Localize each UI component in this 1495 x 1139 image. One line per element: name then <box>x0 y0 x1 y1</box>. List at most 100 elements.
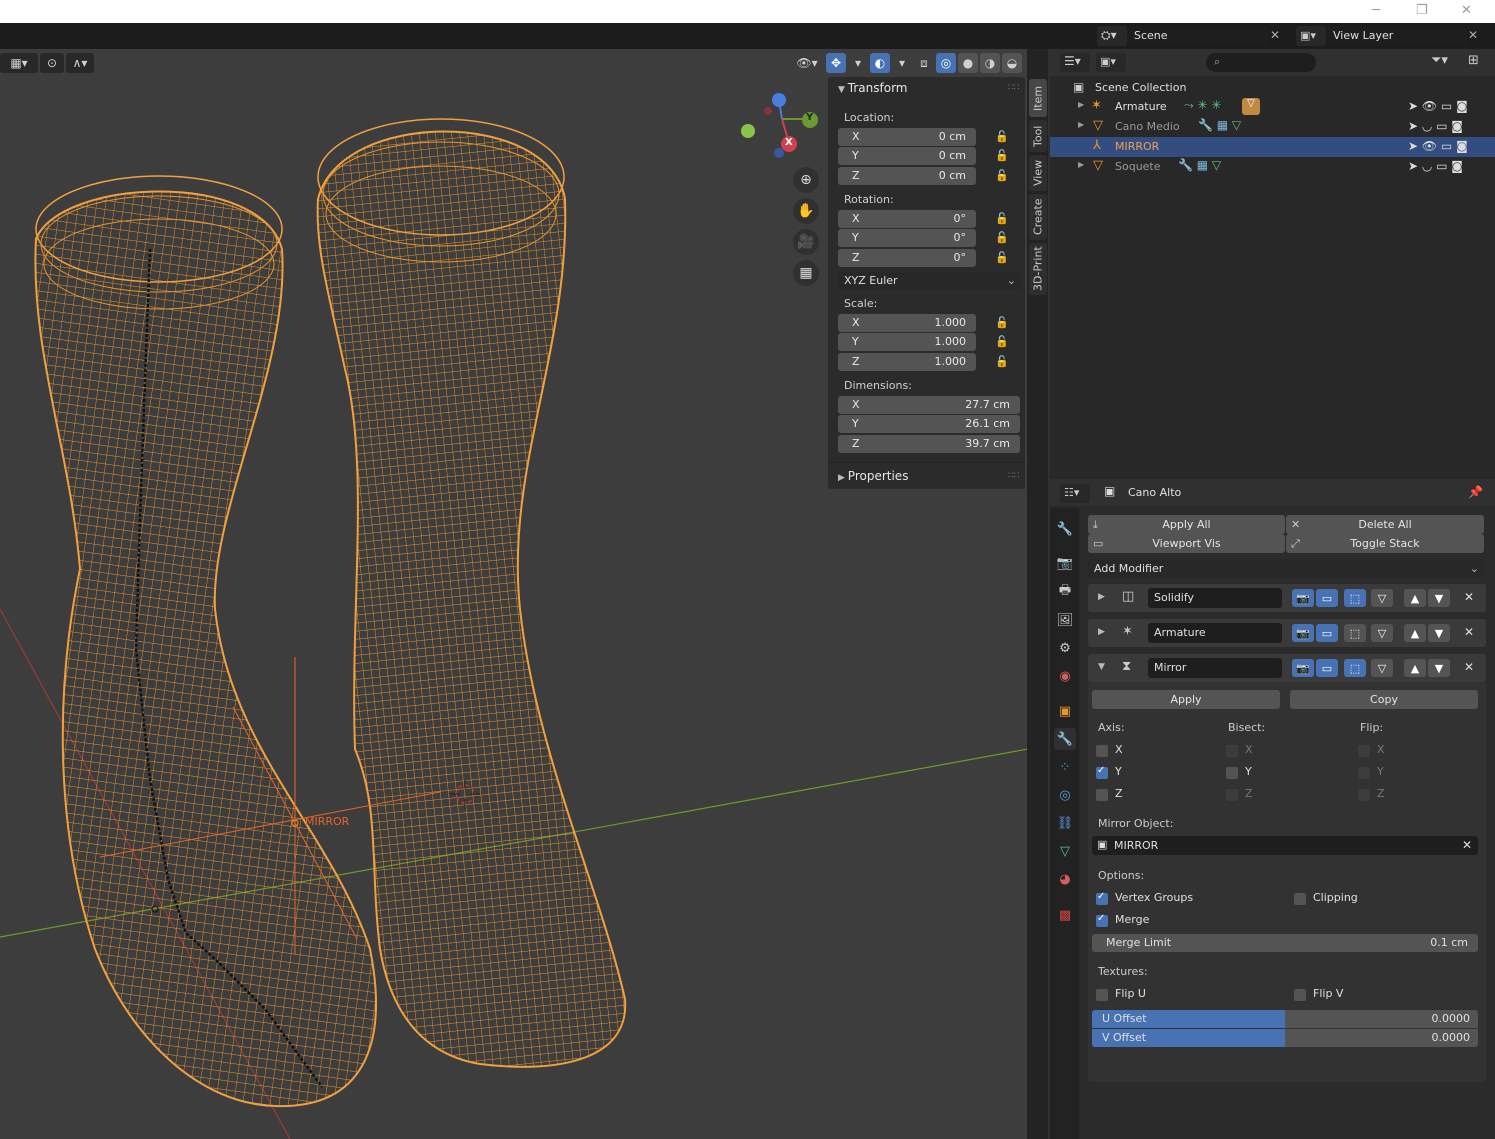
row-toggle-icons[interactable]: ➤ 👁 ▭ ◙ <box>1408 139 1468 153</box>
texture-tab-icon[interactable]: ▩ <box>1054 904 1076 926</box>
scene-browse-icon[interactable]: ⛭▾ <box>1097 26 1127 46</box>
outliner-item-mirror[interactable]: ⅄ MIRROR ➤ 👁 ▭ ◙ <box>1050 137 1495 157</box>
render-tab-icon[interactable]: 📷 <box>1054 552 1076 574</box>
collapse-arrow-icon[interactable]: ▼ <box>1098 662 1105 672</box>
editor-type-icon[interactable]: ☰▾ <box>1060 53 1090 72</box>
axis-y-checkbox[interactable]: ✓ <box>1096 765 1108 779</box>
location-z-field[interactable]: Z 0 cm <box>838 167 976 185</box>
u-offset-slider[interactable]: U Offset 0.0000 <box>1092 1010 1478 1028</box>
dimensions-x-field[interactable]: X 27.7 cm <box>838 396 1020 414</box>
flip-y-checkbox[interactable] <box>1358 767 1370 779</box>
minimize-button[interactable]: ─ <box>1372 3 1380 18</box>
visibility-icon[interactable]: 👁▾ <box>790 53 824 73</box>
move-down-icon[interactable]: ▼ <box>1428 624 1450 642</box>
rotation-x-field[interactable]: X 0° <box>838 210 976 228</box>
move-up-icon[interactable]: ▲ <box>1404 624 1426 642</box>
properties-header[interactable]: ▶ Properties <box>838 469 908 483</box>
modifier-name-field[interactable]: Armature <box>1148 623 1282 643</box>
modifier-name-field[interactable]: Mirror <box>1148 658 1282 678</box>
remove-modifier-icon[interactable]: ✕ <box>1464 660 1474 674</box>
cage-toggle-icon[interactable]: ▽ <box>1371 659 1393 677</box>
outliner-item-soquete[interactable]: ▶ ▽ Soquete 🔧 ▦ ▽ ➤ ◡ ▭ ◙ <box>1050 157 1495 177</box>
view-layer-selector[interactable]: View Layer <box>1327 26 1467 46</box>
wireframe-shading-icon[interactable]: ◎ <box>936 53 956 73</box>
merge-limit-field[interactable]: Merge Limit 0.1 cm <box>1092 934 1478 952</box>
delete-all-button[interactable]: ✕ Delete All <box>1286 515 1484 534</box>
overlays-dropdown-icon[interactable]: ▾ <box>892 53 912 73</box>
outliner-item-cano-medio[interactable]: ▶ ▽ Cano Medio 🔧 ▦ ▽ ➤ ◡ ▭ ◙ <box>1050 117 1495 137</box>
remove-modifier-icon[interactable]: ✕ <box>1464 590 1474 604</box>
lock-icon[interactable]: 🔓 <box>995 212 1009 226</box>
display-mode-icon[interactable]: ▣▾ <box>1096 53 1126 72</box>
expand-icon[interactable]: ▶ <box>1078 160 1084 169</box>
view-layer-browse-icon[interactable]: ▣▾ <box>1296 26 1326 46</box>
remove-modifier-icon[interactable]: ✕ <box>1464 625 1474 639</box>
render-toggle-icon[interactable]: 📷 <box>1292 624 1314 642</box>
move-up-icon[interactable]: ▲ <box>1404 659 1426 677</box>
maximize-button[interactable]: ❐ <box>1416 3 1428 18</box>
flip-u-checkbox[interactable] <box>1096 989 1108 1001</box>
zoom-icon[interactable]: ⊕ <box>793 167 819 193</box>
filter-icon[interactable]: ⏷▾ <box>1431 53 1448 68</box>
lock-icon[interactable]: 🔓 <box>995 130 1009 144</box>
mirror-object-field[interactable]: ▣ MIRROR ✕ <box>1092 836 1478 855</box>
pin-icon[interactable]: 📌 <box>1468 485 1483 499</box>
drag-handle-icon[interactable]: ∷∷ <box>1008 471 1019 481</box>
select-mode-icon[interactable]: ▦▾ <box>0 53 38 73</box>
flip-v-checkbox[interactable] <box>1294 989 1306 1001</box>
drag-handle-icon[interactable]: ∷∷ <box>1008 83 1019 93</box>
tab-create[interactable]: Create <box>1029 194 1047 240</box>
physics-tab-icon[interactable]: ◎ <box>1054 784 1076 806</box>
rotation-z-field[interactable]: Z 0° <box>838 249 976 267</box>
solid-shading-icon[interactable]: ● <box>958 53 978 73</box>
ortho-grid-icon[interactable]: ▦ <box>793 260 819 286</box>
view-layer-tab-icon[interactable]: 🖼 <box>1054 609 1076 631</box>
new-collection-icon[interactable]: ⊞ <box>1468 53 1479 68</box>
viewport-toggle-icon[interactable]: ▭ <box>1316 659 1338 677</box>
scene-tab-icon[interactable]: ⚙ <box>1054 637 1076 659</box>
apply-all-button[interactable]: ⤓ Apply All <box>1088 515 1285 534</box>
viewport-toggle-icon[interactable]: ▭ <box>1316 589 1338 607</box>
location-x-field[interactable]: X 0 cm <box>838 128 976 146</box>
dimensions-z-field[interactable]: Z 39.7 cm <box>838 435 1020 453</box>
scale-y-field[interactable]: Y 1.000 <box>838 333 976 351</box>
outliner-item-armature[interactable]: ▶ ✶ Armature ⤳ ✳ ✳ ▽ ➤ 👁 ▭ ◙ <box>1050 97 1495 117</box>
rendered-shading-icon[interactable]: ◒ <box>1002 53 1022 73</box>
view-layer-close-icon[interactable]: ✕ <box>1468 28 1478 42</box>
modifier-tab-icon[interactable]: 🔧 <box>1054 728 1076 750</box>
scale-z-field[interactable]: Z 1.000 <box>838 353 976 371</box>
apply-button[interactable]: Apply <box>1092 690 1280 709</box>
viewport-vis-button[interactable]: ▭ Viewport Vis <box>1088 534 1285 553</box>
camera-view-icon[interactable]: 🎥 <box>793 229 819 255</box>
bisect-z-checkbox[interactable] <box>1226 789 1238 801</box>
row-toggle-icons[interactable]: ➤ ◡ ▭ ◙ <box>1408 119 1463 133</box>
material-shading-icon[interactable]: ◑ <box>980 53 1000 73</box>
scene-close-icon[interactable]: ✕ <box>1270 28 1280 42</box>
object-tab-icon[interactable]: ▣ <box>1054 700 1076 722</box>
toggle-stack-button[interactable]: ⤢ Toggle Stack <box>1286 534 1484 553</box>
mesh-data-icon[interactable]: ▽ <box>1242 98 1260 115</box>
lock-icon[interactable]: 🔓 <box>995 355 1009 369</box>
expand-icon[interactable]: ▶ <box>1078 120 1084 129</box>
expand-icon[interactable]: ▶ <box>1078 100 1084 109</box>
lock-icon[interactable]: 🔓 <box>995 169 1009 183</box>
bisect-x-checkbox[interactable] <box>1226 745 1238 757</box>
lock-icon[interactable]: 🔓 <box>995 231 1009 245</box>
expand-arrow-icon[interactable]: ▶ <box>1098 627 1105 637</box>
3d-viewport[interactable]: MIRROR Y X ▦▾ ⊙ ∧▾ 👁▾ ✥ ▾ ◐ ▾ ⧈ ◎ ● ◑ ◒ … <box>0 49 1028 1139</box>
editor-type-icon[interactable]: ☷▾ <box>1060 484 1090 503</box>
modifier-name-field[interactable]: Solidify <box>1148 588 1282 608</box>
scene-selector[interactable]: Scene <box>1128 26 1268 46</box>
tab-3d-print[interactable]: 3D-Print <box>1029 243 1047 295</box>
bisect-y-checkbox[interactable] <box>1226 767 1238 779</box>
viewport-toggle-icon[interactable]: ▭ <box>1316 624 1338 642</box>
proportional-edit-icon[interactable]: ⊙ <box>40 53 64 73</box>
falloff-icon[interactable]: ∧▾ <box>66 53 94 73</box>
lock-icon[interactable]: 🔓 <box>995 149 1009 163</box>
merge-checkbox[interactable]: ✓ <box>1096 913 1108 927</box>
expand-arrow-icon[interactable]: ▶ <box>1098 592 1105 602</box>
search-input[interactable]: ⌕ <box>1206 53 1316 72</box>
rotation-y-field[interactable]: Y 0° <box>838 229 976 247</box>
render-toggle-icon[interactable]: 📷 <box>1292 659 1314 677</box>
tab-tool[interactable]: Tool <box>1029 120 1047 152</box>
